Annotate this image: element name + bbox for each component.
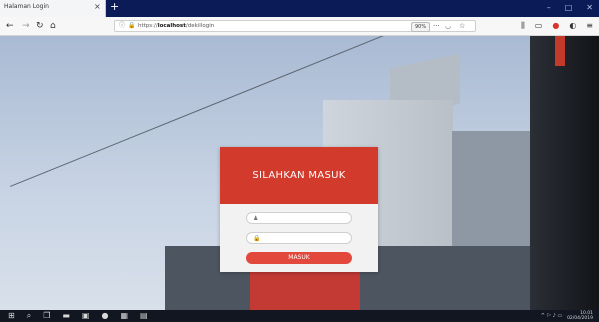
library-icon[interactable]: ⫼ bbox=[521, 20, 525, 32]
browser-tab[interactable]: Halaman Login × bbox=[0, 0, 106, 17]
sidebar-icon[interactable]: ▭ bbox=[535, 20, 543, 32]
firefox-icon[interactable]: ● bbox=[101, 310, 108, 322]
store-icon[interactable]: ▣ bbox=[82, 310, 90, 322]
lock-icon: 🔒 bbox=[253, 235, 261, 242]
extension-icon[interactable]: ◐ bbox=[569, 20, 576, 32]
clock[interactable]: 10.01 02/04/2019 bbox=[567, 311, 593, 321]
app-icon[interactable]: ▤ bbox=[140, 310, 148, 322]
username-input[interactable] bbox=[263, 214, 347, 222]
tab-title: Halaman Login bbox=[4, 3, 49, 10]
window-controls: – □ ✕ bbox=[547, 2, 593, 14]
start-icon[interactable]: ⊞ bbox=[8, 310, 15, 322]
tab-close-icon[interactable]: × bbox=[94, 2, 101, 12]
login-button[interactable]: MASUK bbox=[246, 252, 352, 264]
explorer-icon[interactable]: ▬ bbox=[62, 310, 70, 322]
login-card: SILAHKAN MASUK ♟ 🔒 MASUK bbox=[220, 147, 378, 272]
adblock-icon[interactable]: ● bbox=[552, 20, 559, 32]
username-field[interactable]: ♟ bbox=[246, 212, 352, 224]
browser-toolbar: ⫼ ▭ ● ◐ ≡ bbox=[521, 20, 593, 32]
pocket-icon[interactable]: ◡ bbox=[445, 21, 451, 31]
browser-navbar: ← → ↻ ⌂ ⓘ 🔒 https://localhost/dekillogin… bbox=[0, 17, 599, 36]
taskbar: ⊞ ⌕ ❐ ▬ ▣ ● ▦ ▤ ^ ⚐ ♪ ▭ 10.01 02/04/2019 bbox=[0, 310, 599, 322]
zoom-badge[interactable]: 90% bbox=[411, 22, 431, 32]
login-title: SILAHKAN MASUK bbox=[252, 170, 346, 181]
forward-icon[interactable]: → bbox=[22, 20, 30, 32]
search-icon[interactable]: ⌕ bbox=[27, 310, 31, 322]
site-info-icon[interactable]: ⓘ bbox=[119, 21, 125, 31]
url-prefix: https:// bbox=[138, 23, 158, 29]
clock-date: 02/04/2019 bbox=[567, 316, 593, 321]
url-path: /dekillogin bbox=[185, 23, 215, 29]
home-icon[interactable]: ⌂ bbox=[50, 20, 56, 32]
menu-icon[interactable]: ≡ bbox=[586, 20, 593, 32]
browser-titlebar: Halaman Login × + – □ ✕ bbox=[0, 0, 599, 17]
back-icon[interactable]: ← bbox=[6, 20, 14, 32]
login-header: SILAHKAN MASUK bbox=[220, 147, 378, 204]
bookmark-star-icon[interactable]: ☆ bbox=[459, 21, 465, 31]
password-input[interactable] bbox=[263, 234, 347, 242]
lock-icon: 🔒 bbox=[128, 22, 136, 29]
password-field[interactable]: 🔒 bbox=[246, 232, 352, 244]
tray-icons[interactable]: ^ ⚐ ♪ ▭ bbox=[541, 311, 562, 321]
url-host: localhost bbox=[157, 23, 186, 29]
page-actions-icon[interactable]: ··· bbox=[433, 21, 440, 31]
pillar-shape bbox=[530, 36, 599, 310]
taskbar-apps: ⊞ ⌕ ❐ ▬ ▣ ● ▦ ▤ bbox=[8, 310, 148, 322]
new-tab-button[interactable]: + bbox=[110, 1, 119, 13]
maximize-icon[interactable]: □ bbox=[565, 2, 573, 14]
reload-icon[interactable]: ↻ bbox=[36, 20, 44, 32]
page-background: SILAHKAN MASUK ♟ 🔒 MASUK bbox=[0, 36, 599, 310]
pillar-accent bbox=[555, 36, 565, 66]
task-view-icon[interactable]: ❐ bbox=[43, 310, 50, 322]
url-text[interactable]: https://localhost/dekillogin bbox=[138, 22, 214, 31]
user-icon: ♟ bbox=[253, 215, 259, 222]
minimize-icon[interactable]: – bbox=[547, 2, 551, 14]
close-window-icon[interactable]: ✕ bbox=[586, 2, 593, 14]
address-bar[interactable]: ⓘ 🔒 https://localhost/dekillogin 90% ···… bbox=[114, 20, 476, 32]
app-icon[interactable]: ▦ bbox=[120, 310, 128, 322]
system-tray: ^ ⚐ ♪ ▭ 10.01 02/04/2019 bbox=[541, 311, 593, 321]
